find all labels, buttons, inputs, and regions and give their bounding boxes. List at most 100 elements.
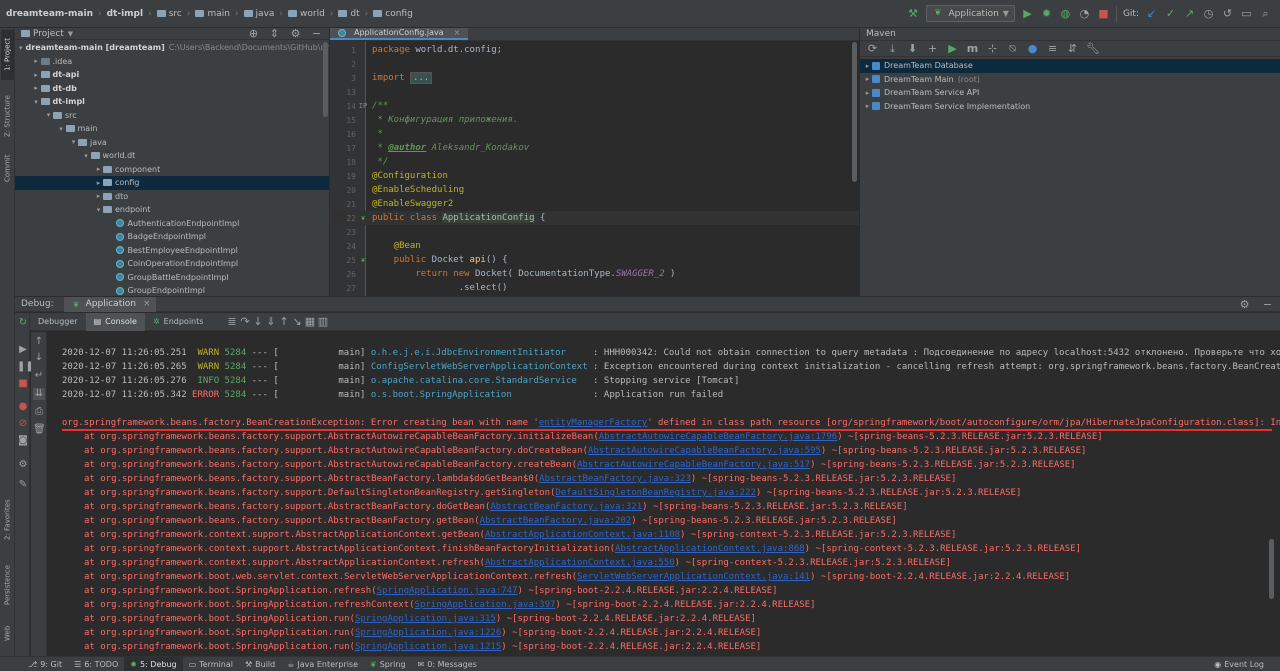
tree-item-authenticationendpointimpl[interactable]: AuthenticationEndpointImpl bbox=[15, 217, 329, 231]
up-arrow-icon[interactable]: ↑ bbox=[33, 336, 45, 348]
stack-source-link[interactable]: SpringApplication.java:747 bbox=[377, 586, 518, 596]
chevron-down-icon[interactable]: ▼ bbox=[68, 30, 73, 38]
stack-source-link[interactable]: SpringApplication.java:397 bbox=[415, 600, 556, 610]
debug-icon[interactable]: ✹ bbox=[1040, 7, 1053, 20]
camera-icon[interactable]: ◙ bbox=[17, 435, 29, 447]
collapsed-arrow-icon[interactable]: ▸ bbox=[94, 192, 103, 200]
collapsed-arrow-icon[interactable]: ▸ bbox=[32, 84, 41, 92]
code-line[interactable]: 22 ❦ public class ApplicationConfig { bbox=[330, 211, 859, 225]
code-line[interactable]: 25 ❦ public Docket api() { bbox=[330, 253, 859, 267]
code-line[interactable]: 17 * @author Aleksandr_Kondakov bbox=[330, 141, 859, 155]
toggle-offline-icon[interactable]: ⊹ bbox=[986, 42, 999, 55]
skip-tests-icon[interactable]: ⍉ bbox=[1006, 42, 1019, 55]
bottom-tab-0-messages[interactable]: ✉ 0: Messages bbox=[412, 657, 483, 671]
collapsed-arrow-icon[interactable]: ▸ bbox=[863, 75, 872, 83]
stop-icon[interactable]: ■ bbox=[1097, 7, 1110, 20]
tree-item-endpoint[interactable]: ▾ endpoint bbox=[15, 203, 329, 217]
collapsed-arrow-icon[interactable]: ▸ bbox=[32, 57, 41, 65]
code-line[interactable]: 20 @EnableScheduling bbox=[330, 183, 859, 197]
code-line[interactable]: 19 @Configuration bbox=[330, 169, 859, 183]
maven-goal-icon[interactable]: m bbox=[966, 42, 979, 55]
evaluate-icon[interactable]: ▦ bbox=[303, 315, 316, 328]
breadcrumb-item-0[interactable]: dreamteam-main bbox=[6, 9, 93, 19]
code-line[interactable]: 15 * Конфигурация приложения. bbox=[330, 113, 859, 127]
tree-item-main[interactable]: ▾ main bbox=[15, 122, 329, 136]
run-configuration-select[interactable]: ❦ Application ▼ bbox=[925, 5, 1015, 22]
run-icon[interactable]: ▶ bbox=[1021, 7, 1034, 20]
tree-item-bestemployeeendpointimpl[interactable]: BestEmployeeEndpointImpl bbox=[15, 244, 329, 258]
bottom-tab-build[interactable]: ⚒ Build bbox=[239, 657, 281, 671]
git-history-icon[interactable]: ◷ bbox=[1202, 7, 1215, 20]
mute-breakpoints-icon[interactable]: ⊘ bbox=[17, 418, 29, 430]
git-commit-icon[interactable]: ✓ bbox=[1164, 7, 1177, 20]
tool-tab-structure[interactable]: Z: Structure bbox=[1, 88, 14, 144]
bottom-tab-9-git[interactable]: ⎇ 9: Git bbox=[22, 657, 68, 671]
tool-tab-commit[interactable]: Commit bbox=[1, 150, 14, 186]
add-icon[interactable]: + bbox=[926, 42, 939, 55]
resume-icon[interactable]: ▶ bbox=[17, 344, 29, 356]
code-line[interactable]: 2 bbox=[330, 57, 859, 71]
tree-item-dreamteam-main-dreamteam-[interactable]: ▾ dreamteam-main [dreamteam] C:\Users\Back… bbox=[15, 41, 329, 55]
step-out-icon[interactable]: ↑ bbox=[277, 315, 290, 328]
stack-source-link[interactable]: AbstractBeanFactory.java:323 bbox=[539, 474, 691, 484]
breadcrumb-item-1[interactable]: › dt-impl bbox=[93, 9, 143, 19]
code-line[interactable]: 16 * bbox=[330, 127, 859, 141]
print-icon[interactable]: ⎙ bbox=[33, 406, 45, 418]
subtab-debugger[interactable]: Debugger bbox=[30, 313, 86, 331]
tree-item-component[interactable]: ▸ component bbox=[15, 163, 329, 177]
profile-icon[interactable]: ◔ bbox=[1078, 7, 1091, 20]
hide-icon[interactable]: − bbox=[1261, 298, 1274, 311]
pin-icon[interactable]: ✎ bbox=[17, 479, 29, 491]
reload-icon[interactable]: ⟳ bbox=[866, 42, 879, 55]
run-icon[interactable]: ▶ bbox=[946, 42, 959, 55]
coverage-icon[interactable]: ◍ bbox=[1059, 7, 1072, 20]
collapsed-arrow-icon[interactable]: ▸ bbox=[32, 71, 41, 79]
hammer-build-icon[interactable]: ⚒ bbox=[907, 7, 920, 20]
code-line[interactable]: 14 IP /** bbox=[330, 99, 859, 113]
bottom-tab-terminal[interactable]: ▭ Terminal bbox=[183, 657, 239, 671]
stack-source-link[interactable]: ServletWebServerApplicationContext.java:… bbox=[577, 572, 810, 582]
search-icon[interactable]: ⌕ bbox=[1259, 7, 1272, 20]
bottom-tab-java-enterprise[interactable]: ☕︎ Java Enterprise bbox=[281, 657, 364, 671]
wrench-icon[interactable]: 🔧︎ bbox=[1086, 42, 1100, 55]
soft-wrap-icon[interactable]: ↵ bbox=[33, 370, 45, 382]
exception-bean-link[interactable]: entityManagerFactory bbox=[539, 418, 647, 428]
tree-item-dt-db[interactable]: ▸ dt-db bbox=[15, 82, 329, 96]
scroll-to-end-icon[interactable]: ⇊ bbox=[33, 388, 45, 400]
git-rollback-icon[interactable]: ↺ bbox=[1221, 7, 1234, 20]
stack-source-link[interactable]: AbstractApplicationContext.java:550 bbox=[485, 558, 675, 568]
rerun-icon[interactable]: ↻ bbox=[17, 317, 29, 329]
code-line[interactable]: 1 package world.dt.config; bbox=[330, 43, 859, 57]
expand-all-icon[interactable]: ⇵ bbox=[1066, 42, 1079, 55]
stack-source-link[interactable]: DefaultSingletonBeanRegistry.java:222 bbox=[555, 488, 755, 498]
maven-item-2[interactable]: ▸ DreamTeam Service API bbox=[860, 86, 1280, 100]
collapsed-arrow-icon[interactable]: ▸ bbox=[94, 165, 103, 173]
editor-tab-applicationconfig[interactable]: ApplicationConfig.java × bbox=[330, 28, 469, 40]
gear-icon[interactable]: ⚙ bbox=[1238, 298, 1251, 311]
stack-source-link[interactable]: SpringApplication.java:315 bbox=[355, 614, 496, 624]
collapsed-arrow-icon[interactable]: ▸ bbox=[863, 89, 872, 97]
stop-icon[interactable]: ■ bbox=[17, 378, 29, 390]
step-into-icon[interactable]: ↓ bbox=[251, 315, 264, 328]
tree-item-coinoperationendpointimpl[interactable]: CoinOperationEndpointImpl bbox=[15, 257, 329, 271]
tool-tab-persistence[interactable]: Persistence bbox=[1, 556, 14, 614]
console-scrollbar[interactable] bbox=[1269, 539, 1274, 599]
stack-source-link[interactable]: AbstractAutowireCapableBeanFactory.java:… bbox=[577, 460, 810, 470]
down-arrow-icon[interactable]: ↓ bbox=[33, 352, 45, 364]
tree-item-dt-impl[interactable]: ▾ dt-impl bbox=[15, 95, 329, 109]
code-line[interactable]: 27 .select() bbox=[330, 281, 859, 295]
generate-sources-icon[interactable]: ⤓ bbox=[886, 42, 899, 55]
view-breakpoints-icon[interactable]: ● bbox=[17, 401, 29, 413]
hide-icon[interactable]: − bbox=[310, 28, 323, 40]
tree-item-java[interactable]: ▾ java bbox=[15, 136, 329, 150]
tree-item-groupendpointimpl[interactable]: GroupEndpointImpl bbox=[15, 284, 329, 296]
stack-source-link[interactable]: SpringApplication.java:1226 bbox=[355, 628, 501, 638]
layout-icon[interactable]: ▥ bbox=[316, 315, 329, 328]
stack-source-link[interactable]: AbstractAutowireCapableBeanFactory.java:… bbox=[588, 446, 821, 456]
stack-source-link[interactable]: AbstractBeanFactory.java:202 bbox=[480, 516, 632, 526]
breadcrumb-item-6[interactable]: › dt bbox=[325, 9, 360, 19]
breadcrumb-item-2[interactable]: › src bbox=[143, 9, 182, 19]
console-output[interactable]: 2020-12-07 11:26:05.251 WARN 5284 --- [ … bbox=[48, 332, 1280, 656]
close-icon[interactable]: × bbox=[143, 299, 151, 309]
show-execution-point-icon[interactable]: ≣ bbox=[225, 315, 238, 328]
